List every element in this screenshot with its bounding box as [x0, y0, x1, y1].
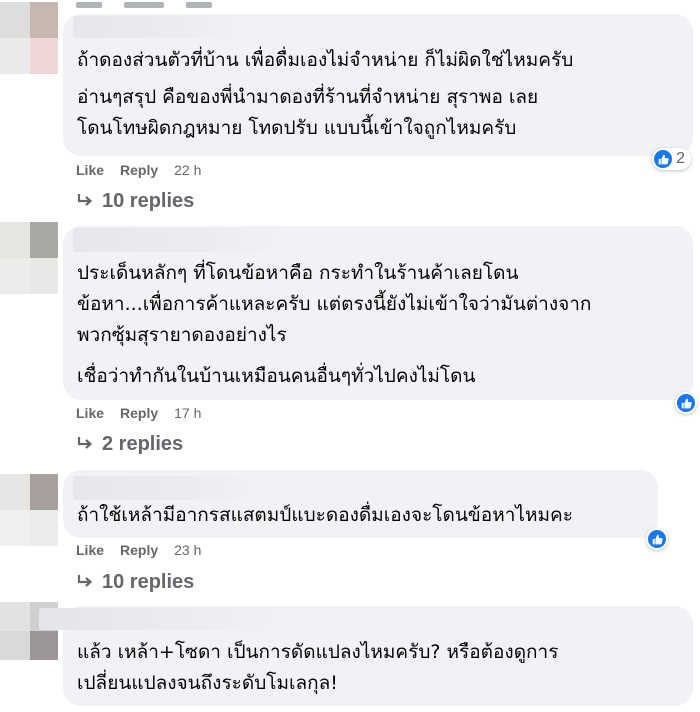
replies-count-label: 10 replies	[102, 189, 195, 212]
reply-button[interactable]: Reply	[120, 162, 158, 178]
reaction-summary[interactable]	[646, 528, 668, 550]
comment-line: ประเด็นหลักๆ ที่โดนข้อหาคือ กระทำในร้านค…	[77, 262, 519, 284]
comment-actions: Like Reply 22 h	[76, 160, 201, 180]
comment-bubble: ประเด็นหลักๆ ที่โดนข้อหาคือ กระทำในร้านค…	[63, 226, 697, 414]
avatar[interactable]	[0, 474, 58, 546]
like-button[interactable]: Like	[76, 405, 104, 421]
thumbs-up-icon	[677, 394, 695, 412]
like-button[interactable]: Like	[76, 542, 104, 558]
comment-bubble: ถ้าใช้เหล้ามีอากรสแสตมป์แบะดองดื่มเองจะโ…	[63, 470, 668, 550]
author-name-redacted[interactable]	[73, 228, 288, 252]
comment-text: ถ้าดองส่วนตัวที่บ้าน เพื่อดื่มเองไม่จำหน…	[77, 45, 683, 144]
comment-line: พวกซุ้มสุรายาดองอย่างไร	[77, 324, 287, 346]
avatar[interactable]	[0, 2, 58, 74]
replies-count-label: 10 replies	[102, 570, 195, 593]
reply-arrow-icon	[76, 574, 94, 590]
avatar[interactable]	[0, 222, 58, 294]
comment-actions: Like Reply 17 h	[76, 403, 201, 423]
replies-count-label: 2 replies	[102, 432, 184, 455]
comment-actions: Like Reply 23 h	[76, 540, 201, 560]
comment-line: ข้อหา...เพื่อการค้าแหละครับ แต่ตรงนี้ยัง…	[77, 293, 592, 315]
timestamp[interactable]: 17 h	[174, 405, 201, 421]
timestamp[interactable]: 23 h	[174, 542, 201, 558]
reaction-count: 2	[676, 150, 685, 167]
comment-line: ถ้าดองส่วนตัวที่บ้าน เพื่อดื่มเองไม่จำหน…	[77, 49, 574, 71]
comment-text: ประเด็นหลักๆ ที่โดนข้อหาคือ กระทำในร้านค…	[77, 258, 683, 392]
reaction-summary[interactable]: 2	[652, 148, 691, 170]
reply-button[interactable]: Reply	[120, 542, 158, 558]
thumbs-up-icon	[654, 150, 673, 168]
timestamp[interactable]: 22 h	[174, 162, 201, 178]
reply-arrow-icon	[76, 436, 94, 452]
previous-comment-actions-cutoff	[76, 0, 236, 8]
reply-arrow-icon	[76, 193, 94, 209]
like-button[interactable]: Like	[76, 162, 104, 178]
comment-line: เชื่อว่าทำกันในบ้านเหมือนคนอื่นๆทั่วไปคง…	[77, 365, 476, 387]
view-replies-button[interactable]: 10 replies	[76, 568, 194, 596]
reaction-summary[interactable]	[675, 392, 697, 414]
comment-line: แล้ว เหล้า+โซดา เป็นการดัดแปลงไหมครับ? ห…	[77, 641, 559, 663]
comment-line: โดนโทษผิดกฎหมาย โทดปรับ แบบนี้เข้าใจถูกไ…	[77, 117, 517, 139]
author-name-redacted[interactable]	[39, 608, 289, 630]
comment-line: ถ้าใช้เหล้ามีอากรสแสตมป์แบะดองดื่มเองจะโ…	[77, 504, 573, 526]
author-name-redacted[interactable]	[73, 16, 243, 38]
view-replies-button[interactable]: 10 replies	[76, 187, 194, 215]
comment-text: ถ้าใช้เหล้ามีอากรสแสตมป์แบะดองดื่มเองจะโ…	[77, 500, 648, 531]
comment-bubble: แล้ว เหล้า+โซดา เป็นการดัดแปลงไหมครับ? ห…	[39, 606, 693, 706]
view-replies-button[interactable]: 2 replies	[76, 430, 183, 458]
comment-text: แล้ว เหล้า+โซดา เป็นการดัดแปลงไหมครับ? ห…	[77, 637, 683, 699]
author-name-redacted[interactable]	[73, 476, 263, 500]
comment-bubble: ถ้าดองส่วนตัวที่บ้าน เพื่อดื่มเองไม่จำหน…	[63, 14, 693, 170]
thumbs-up-icon	[648, 530, 666, 548]
comment-line: เปลี่ยนแปลงจนถึงระดับโมเลกุล!	[77, 672, 338, 694]
comment-line: อ่านๆสรุป คือของพี่นำมาดองที่ร้านที่จำหน…	[77, 86, 539, 108]
reply-button[interactable]: Reply	[120, 405, 158, 421]
